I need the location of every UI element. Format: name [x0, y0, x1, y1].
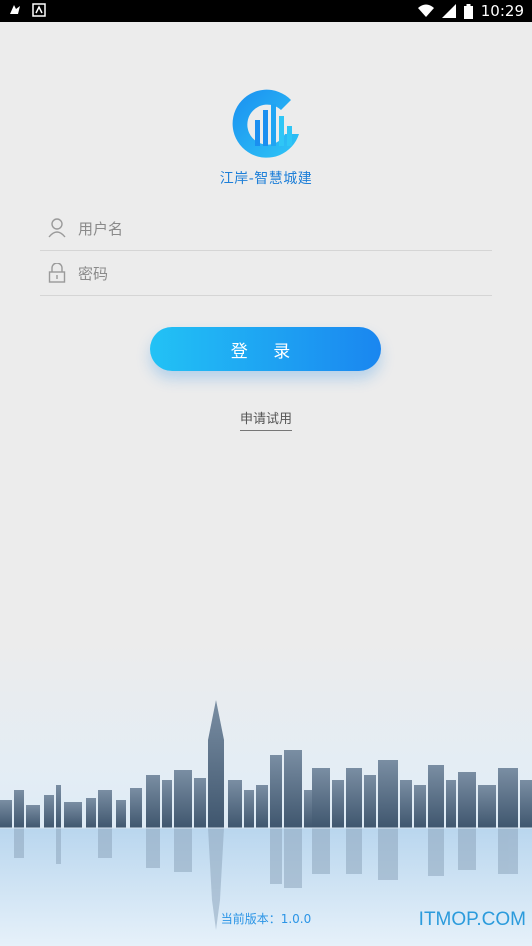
user-icon	[48, 218, 66, 238]
username-input[interactable]	[76, 214, 480, 244]
download-notification-icon	[32, 3, 46, 17]
status-bar: 10:29	[0, 0, 532, 22]
password-input[interactable]	[76, 259, 480, 289]
signal-icon	[441, 4, 456, 18]
city-skyline-image	[0, 640, 532, 946]
city-logo-icon	[232, 89, 299, 158]
battery-icon	[463, 3, 473, 19]
trial-link-container: 申请试用	[0, 408, 532, 431]
login-button[interactable]: 登 录	[150, 327, 381, 371]
lock-icon	[48, 263, 66, 283]
brand-name: 江岸-智慧城建	[219, 171, 313, 187]
password-field	[40, 251, 492, 296]
watermark-text: ITMOP.COM	[418, 909, 526, 930]
clock-time: 10:29	[480, 2, 524, 20]
app-logo	[0, 86, 532, 166]
wifi-icon	[417, 4, 434, 17]
app-notification-icon	[10, 5, 20, 14]
apply-trial-link[interactable]: 申请试用	[239, 408, 292, 431]
username-field	[40, 206, 492, 251]
